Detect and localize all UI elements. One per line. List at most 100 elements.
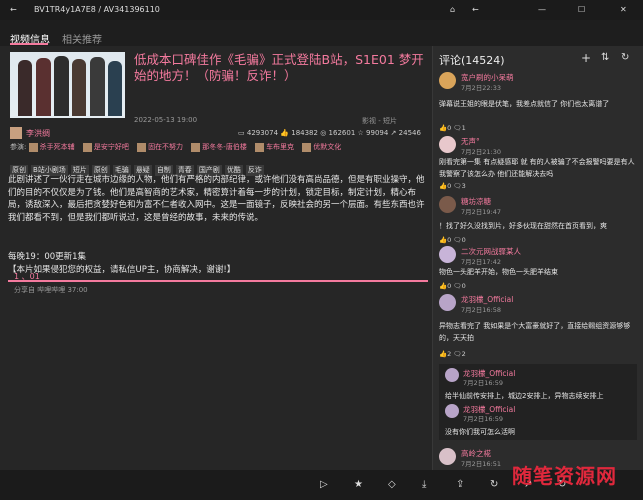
refresh-icon[interactable]: ↻: [490, 479, 498, 490]
episode-title: 1 、01: [14, 272, 40, 281]
comment-actions: 👍0 🗨0: [439, 236, 466, 244]
video-thumbnail[interactable]: [10, 52, 125, 118]
maximize-button[interactable]: ☐: [578, 5, 585, 14]
replier-avatar[interactable]: [445, 368, 459, 382]
share-icon[interactable]: ⇪: [456, 479, 464, 490]
title-bar: ← BV1TR4y1A7E8 / AV341396110 ⌂ ← — ☐ ✕: [0, 0, 643, 20]
comment-time: 7月2日22:33: [461, 84, 502, 92]
comment-time: 7月2日16:58: [461, 306, 502, 314]
participant-avatar: [302, 142, 312, 152]
comments-pane: 评论(14524) + ⇅ ↻ 宽户刷的小呆萌 7月2日22:33 弹幕说王姐的…: [432, 46, 643, 470]
comment-text: 刚看完第一集 有点疑感耶 就 有的人被骗了不会报警吗要是有人我警察了该怎么办 他…: [439, 158, 635, 178]
coins-count: 162601: [328, 129, 356, 137]
participant-avatar: [191, 142, 201, 152]
video-category: 影视 - 短片: [362, 117, 397, 125]
episode-item[interactable]: 1 、01: [14, 271, 40, 282]
participant-name[interactable]: 固在不努力: [148, 143, 183, 151]
thumbnail-person: [108, 61, 122, 116]
comment-text: ！找了好久没找到片，好多伙现在甜然在首页看到，爽: [439, 222, 607, 230]
thumbnail-person: [72, 59, 86, 116]
participant-avatar: [137, 142, 147, 152]
likes-count: 184382: [291, 129, 318, 137]
like-count: 0: [447, 124, 452, 132]
like-count: 0: [447, 236, 452, 244]
like-icon[interactable]: 👍: [439, 182, 447, 190]
reply-thread: 龙羽檬_Official 7月2日16:59 给半仙前传安排上，城边2安排上，异…: [439, 364, 637, 440]
comment-actions: 👍2 🗨2: [439, 350, 466, 358]
thumbnail-person: [18, 60, 32, 116]
reply-count: 0: [461, 236, 466, 244]
minimize-button[interactable]: —: [538, 5, 546, 14]
participant-avatar: [255, 142, 265, 152]
like-icon[interactable]: 👍: [280, 129, 289, 137]
video-description: 此剧讲述了一伙行走在城市边缘的人物，他们有严格的内部纪律，或许他们没有高尚品德，…: [8, 175, 425, 223]
favorite-icon[interactable]: ★: [354, 479, 363, 490]
active-tab-indicator: [10, 43, 48, 45]
like-count: 0: [447, 282, 452, 290]
episode-meta: 分享自 哔哩哔哩 37:00: [14, 286, 88, 294]
participant-name[interactable]: 是安宁好吧: [94, 143, 129, 151]
play-icon[interactable]: ▷: [320, 479, 328, 490]
reply-icon[interactable]: 🗨: [453, 282, 461, 290]
reply-icon[interactable]: 🗨: [453, 182, 461, 190]
participant-name[interactable]: 优默文化: [313, 143, 341, 151]
commenter-avatar[interactable]: [439, 72, 456, 89]
commenter-avatar[interactable]: [439, 196, 456, 213]
participant-avatar: [82, 142, 92, 152]
replier-avatar[interactable]: [445, 404, 459, 418]
back-arrow-icon[interactable]: ←: [472, 5, 479, 14]
favorite-icon[interactable]: ☆: [358, 129, 364, 137]
sort-icon[interactable]: ⇅: [601, 52, 609, 63]
participant-name[interactable]: 车布里克: [266, 143, 294, 151]
like-icon[interactable]: 👍: [439, 124, 447, 132]
reply-count: 3: [461, 182, 466, 190]
participant-name[interactable]: 那冬冬-唐伯楼: [202, 143, 247, 151]
like-icon[interactable]: 👍: [439, 236, 447, 244]
uploader-avatar[interactable]: [10, 127, 22, 139]
reply-time: 7月2日16:59: [463, 415, 504, 423]
views-count: 4293074: [246, 129, 279, 137]
home-icon[interactable]: ⌂: [450, 5, 455, 14]
watermark: 随笔资源网: [512, 452, 643, 500]
reply-icon[interactable]: 🗨: [453, 124, 461, 132]
reply-text: 给半仙前传安排上，城边2安排上，异物志续安排上: [445, 392, 604, 400]
tab-related[interactable]: 相关推荐: [62, 31, 102, 46]
like-count: 2: [447, 350, 452, 358]
participants-row: 参演: 杀手死本辅 是安宁好吧 固在不努力 那冬冬-唐伯楼 车布里克 优默文化: [10, 142, 341, 152]
like-icon[interactable]: 👍: [439, 282, 447, 290]
add-comment-icon[interactable]: +: [581, 51, 591, 65]
commenter-avatar[interactable]: [439, 246, 456, 263]
views-icon: ▭: [238, 129, 245, 137]
reply-count: 0: [461, 282, 466, 290]
favorites-count: 99094: [366, 129, 389, 137]
update-schedule: 每晚19：00更新1集: [8, 252, 87, 262]
commenter-avatar[interactable]: [439, 294, 456, 311]
close-button[interactable]: ✕: [620, 5, 627, 14]
participant-avatar: [28, 142, 38, 152]
refresh-icon[interactable]: ↻: [621, 52, 629, 63]
commenter-avatar[interactable]: [439, 448, 456, 465]
comments-header: 评论(14524): [439, 54, 505, 67]
download-icon[interactable]: ⤓: [422, 479, 426, 490]
back-icon[interactable]: ←: [10, 5, 17, 14]
participant-name[interactable]: 杀手死本辅: [40, 143, 75, 151]
reply-time: 7月2日16:59: [463, 379, 504, 387]
reply-icon[interactable]: 🗨: [453, 236, 461, 244]
reply-icon[interactable]: 🗨: [453, 350, 461, 358]
thumbnail-person: [90, 57, 105, 116]
reply-text: 没有你们我可怎么活啊: [445, 428, 515, 436]
thumbnail-person: [54, 56, 69, 116]
publish-date: 2022-05-13 19:00: [134, 116, 198, 124]
coin-icon[interactable]: ◎: [320, 129, 326, 137]
reply-count: 1: [461, 124, 466, 132]
commenter-avatar[interactable]: [439, 136, 456, 153]
uploader-name[interactable]: 李洪绸: [26, 128, 50, 139]
watermark-text: 随笔资源网: [512, 464, 617, 488]
coin-icon[interactable]: ◇: [388, 479, 396, 490]
comment-actions: 👍0 🗨0: [439, 282, 466, 290]
participants-label: 参演:: [10, 143, 27, 151]
share-icon[interactable]: ↗: [391, 129, 397, 137]
like-icon[interactable]: 👍: [439, 350, 447, 358]
comment-time: 7月2日21:30: [461, 148, 502, 156]
tab-strip: 视频信息 相关推荐: [0, 20, 643, 46]
